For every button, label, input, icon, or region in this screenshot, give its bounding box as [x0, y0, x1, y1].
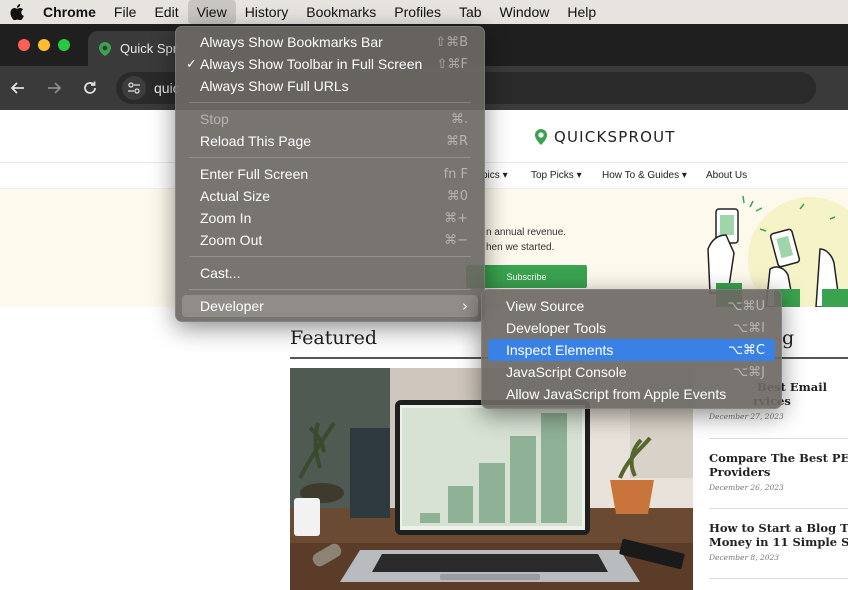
menu-help[interactable]: Help: [558, 0, 605, 24]
sidebar-post-2[interactable]: Compare The Best PEO Se Providers Decemb…: [709, 451, 848, 492]
back-arrow-icon[interactable]: [8, 78, 28, 98]
tab-title: Quick Spr: [120, 41, 178, 56]
post-date: December 26, 2023: [709, 483, 784, 492]
menu-app-chrome[interactable]: Chrome: [34, 0, 105, 24]
chevron-right-icon: ›: [462, 297, 468, 315]
quicksprout-favicon-icon: [99, 41, 111, 56]
post-divider: [709, 508, 848, 509]
close-window-button[interactable]: [18, 39, 30, 51]
macos-menubar: Chrome File Edit View History Bookmarks …: [0, 0, 848, 24]
post-date: December 27, 2023: [709, 412, 784, 421]
menu-item-view-source[interactable]: View Source ⌥⌘U: [488, 295, 775, 317]
developer-submenu: View Source ⌥⌘U Developer Tools ⌥⌘I Inspec…: [481, 289, 782, 409]
menu-item-stop: Stop ⌘.: [200, 111, 468, 127]
menu-history[interactable]: History: [236, 0, 298, 24]
menu-tab[interactable]: Tab: [450, 0, 491, 24]
post-divider: [709, 578, 848, 579]
menu-file[interactable]: File: [105, 0, 146, 24]
logo-text: QUICKSPROUT: [554, 128, 676, 146]
menu-item-developer[interactable]: Developer ›: [182, 295, 478, 317]
nav-item-topics[interactable]: pics ▾: [482, 170, 508, 181]
menu-item-javascript-console[interactable]: JavaScript Console ⌥⌘J: [488, 361, 775, 383]
nav-item-about-us[interactable]: About Us: [706, 170, 747, 181]
zoom-window-button[interactable]: [58, 39, 70, 51]
window-controls: [18, 39, 70, 51]
minimize-window-button[interactable]: [38, 39, 50, 51]
reload-icon[interactable]: [80, 78, 100, 98]
hero-text-line-1: n annual revenue.: [486, 227, 567, 238]
menu-bookmarks[interactable]: Bookmarks: [297, 0, 385, 24]
hero-text-line-2: hen we started.: [486, 242, 555, 253]
menu-item-zoom-out[interactable]: Zoom Out ⌘−: [182, 229, 478, 251]
menu-window[interactable]: Window: [491, 0, 559, 24]
sidebar-heading: g: [782, 327, 795, 349]
forward-arrow-icon[interactable]: [44, 78, 64, 98]
menu-separator: [189, 256, 471, 257]
menu-item-developer-tools[interactable]: Developer Tools ⌥⌘I: [488, 317, 775, 339]
post-date: December 8, 2023: [709, 553, 780, 562]
site-logo[interactable]: QUICKSPROUT: [534, 128, 676, 146]
menu-view[interactable]: View: [187, 0, 236, 24]
apple-menu-icon[interactable]: [0, 4, 34, 20]
menu-item-enter-full-screen[interactable]: Enter Full Screen fn F: [182, 163, 478, 185]
menu-item-actual-size[interactable]: Actual Size ⌘0: [182, 185, 478, 207]
menu-item-inspect-elements[interactable]: Inspect Elements ⌥⌘C: [488, 339, 775, 361]
menu-item-reload-this-page[interactable]: Reload This Page ⌘R: [182, 130, 478, 152]
featured-heading: Featured: [290, 327, 378, 349]
view-menu-dropdown: Always Show Bookmarks Bar ⇧⌘B ✓ Always Sh…: [175, 26, 485, 322]
post-divider: [709, 438, 848, 439]
menu-edit[interactable]: Edit: [145, 0, 187, 24]
menu-separator: [189, 157, 471, 158]
nav-item-how-to-guides[interactable]: How To & Guides ▾: [602, 170, 687, 181]
site-settings-icon[interactable]: [122, 76, 146, 100]
checkmark-icon: ✓: [186, 56, 197, 71]
menu-separator: [189, 102, 471, 103]
menu-item-always-show-full-urls[interactable]: Always Show Full URLs: [182, 75, 478, 97]
sidebar-post-3[interactable]: How to Start a Blog That M Money in 11 S…: [709, 521, 848, 562]
menu-item-always-show-toolbar-full-screen[interactable]: ✓ Always Show Toolbar in Full Screen ⇧⌘F: [182, 53, 478, 75]
quicksprout-logo-icon: [535, 129, 547, 145]
nav-item-top-picks[interactable]: Top Picks ▾: [531, 170, 582, 181]
menu-profiles[interactable]: Profiles: [385, 0, 450, 24]
menu-item-cast[interactable]: Cast...: [182, 262, 478, 284]
menu-item-allow-javascript-apple-events[interactable]: Allow JavaScript from Apple Events: [488, 383, 775, 405]
menu-item-zoom-in[interactable]: Zoom In ⌘+: [182, 207, 478, 229]
menu-item-always-show-bookmarks-bar[interactable]: Always Show Bookmarks Bar ⇧⌘B: [182, 31, 478, 53]
menu-separator: [189, 289, 471, 290]
